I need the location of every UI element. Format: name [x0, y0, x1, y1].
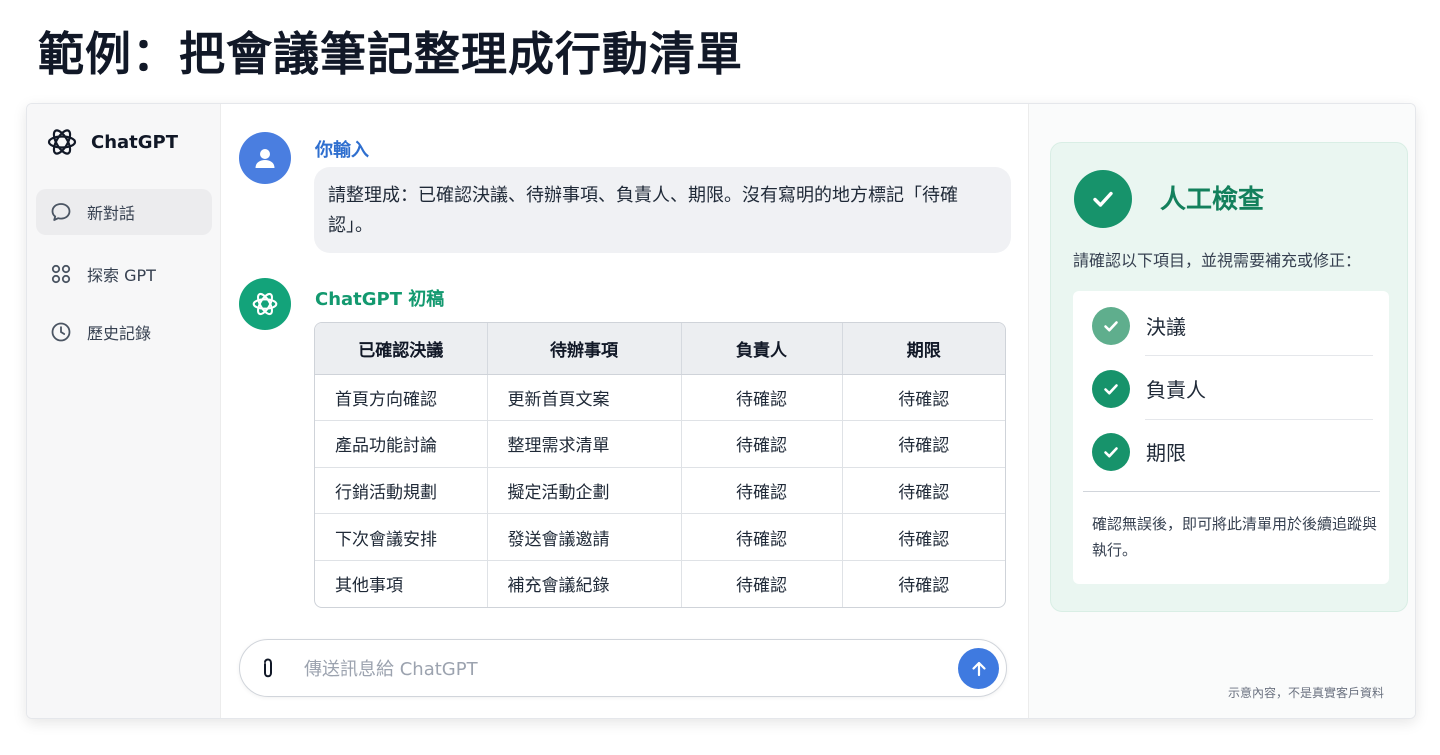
user-name: 你輸入 [315, 140, 369, 161]
table-header-row: 已確認決議 待辦事項 負責人 期限 [315, 323, 1005, 375]
table-cell: 下次會議安排 [315, 513, 488, 561]
message-input[interactable] [304, 654, 924, 684]
check-item-label: 負責人 [1146, 378, 1206, 402]
table-cell: 待確認 [842, 420, 1005, 468]
item-divider [1145, 355, 1373, 356]
review-card: 人工檢查 請確認以下項目，並視需要補充或修正： 決議 負責人 期限 確認無誤後，… [1050, 142, 1408, 612]
sidebar-item-label: 歷史記錄 [87, 324, 152, 343]
table-cell: 發送會議邀請 [487, 513, 682, 561]
table-cell: 待確認 [842, 374, 1005, 422]
brand-name: ChatGPT [91, 131, 179, 153]
table-cell: 行銷活動規劃 [315, 467, 488, 515]
review-title: 人工檢查 [1160, 185, 1265, 215]
table-cell: 更新首頁文案 [487, 374, 682, 422]
message-composer [239, 639, 1007, 697]
clock-icon [50, 321, 72, 343]
table-row: 行銷活動規劃 擬定活動企劃 待確認 待確認 [315, 467, 1005, 515]
table-cell: 待確認 [681, 513, 843, 561]
paperclip-icon[interactable] [257, 657, 279, 681]
openai-logo-icon [252, 292, 278, 316]
check-item-label: 決議 [1146, 315, 1186, 339]
assistant-name: ChatGPT 初稿 [315, 289, 445, 310]
disclaimer: 示意內容，不是真實客戶資料 [1228, 686, 1385, 700]
table-header: 負責人 [681, 323, 843, 375]
chat-bubble-icon [50, 201, 72, 223]
review-panel: 人工檢查 請確認以下項目，並視需要補充或修正： 決議 負責人 期限 確認無誤後，… [1028, 104, 1415, 718]
table-cell: 待確認 [898, 576, 950, 597]
sidebar-item-explore-gpt[interactable]: 探索 GPT [36, 251, 212, 297]
table-row: 其他事項 補充會議紀錄 待確認 待確認 [315, 560, 1005, 607]
table-cell: 待確認 [681, 420, 843, 468]
table-cell: 擬定活動企劃 [487, 467, 682, 515]
table-row: 產品功能討論 整理需求清單 待確認 待確認 [315, 420, 1005, 468]
check-circle-icon [1092, 432, 1130, 471]
sidebar: ChatGPT 新對話 探索 GPT 歷史記錄 [27, 104, 221, 718]
table-row: 下次會議安排 發送會議邀請 待確認 待確認 [315, 513, 1005, 561]
table-cell: 補充會議紀錄 [487, 560, 682, 607]
page-title: 範例：把會議筆記整理成行動清單 [38, 27, 743, 81]
user-avatar [239, 132, 291, 184]
table-cell: 其他事項 [315, 560, 488, 607]
review-note: 確認無誤後，即可將此清單用於後續追蹤與執行。 [1092, 515, 1378, 559]
table-cell: 待確認 [842, 513, 1005, 561]
openai-logo-icon [47, 129, 77, 155]
table-cell: 待確認 [681, 467, 843, 515]
check-circle-icon [1092, 306, 1130, 345]
table-cell: 待確認 [681, 374, 843, 422]
table-header: 待辦事項 [487, 323, 682, 375]
brand[interactable]: ChatGPT [45, 124, 178, 160]
table-cell: 待確認 [681, 560, 843, 607]
table-cell: 首頁方向確認 [315, 374, 488, 422]
table-cell: 產品功能討論 [315, 420, 488, 468]
review-checklist: 決議 負責人 期限 確認無誤後，即可將此清單用於後續追蹤與執行。 [1073, 291, 1389, 584]
sidebar-item-history[interactable]: 歷史記錄 [36, 309, 212, 355]
sidebar-item-label: 探索 GPT [87, 266, 156, 285]
send-button[interactable] [958, 648, 999, 689]
chatgpt-window: ChatGPT 新對話 探索 GPT 歷史記錄 你輸入 請整理成：已確認決議、待 [26, 103, 1416, 719]
check-item-owner: 負責人 [1092, 357, 1372, 420]
table-header: 期限 [842, 323, 1005, 375]
chat-area: 你輸入 請整理成：已確認決議、待辦事項、負責人、期限。沒有寫明的地方標記「待確認… [222, 104, 1028, 718]
action-table: 已確認決議 待辦事項 負責人 期限 首頁方向確認 更新首頁文案 待確認 待確認 … [314, 322, 1006, 608]
table-cell: 待確認 [842, 467, 1005, 515]
assistant-avatar [239, 278, 291, 330]
check-circle-icon [1092, 369, 1130, 408]
check-circle-icon [1074, 170, 1132, 228]
grid-icon [50, 263, 72, 285]
arrow-up-icon [971, 661, 986, 676]
table-header: 已確認決議 [315, 323, 488, 375]
table-cell: 整理需求清單 [487, 420, 682, 468]
user-message-bubble: 請整理成：已確認決議、待辦事項、負責人、期限。沒有寫明的地方標記「待確認」。 [314, 167, 1011, 253]
check-item-deadline: 期限 [1092, 420, 1372, 483]
table-row: 首頁方向確認 更新首頁文案 待確認 待確認 [315, 374, 1005, 422]
sidebar-item-new-chat[interactable]: 新對話 [36, 189, 212, 235]
user-icon [255, 149, 275, 168]
sidebar-item-label: 新對話 [87, 204, 136, 223]
check-item-decision: 決議 [1092, 294, 1372, 357]
review-subtitle: 請確認以下項目，並視需要補充或修正： [1073, 251, 1362, 270]
check-item-label: 期限 [1146, 441, 1186, 465]
list-divider [1083, 491, 1380, 492]
